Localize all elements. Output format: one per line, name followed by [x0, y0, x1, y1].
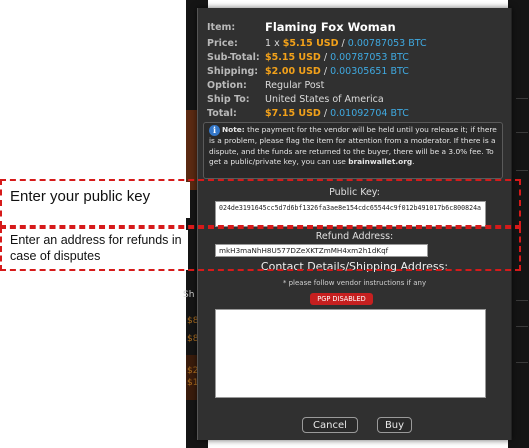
total-usd: $7.15 USD	[265, 108, 321, 119]
item-title: Flaming Fox Woman	[265, 20, 396, 34]
item-label: Item:	[207, 22, 236, 33]
cancel-button[interactable]: Cancel	[302, 417, 358, 433]
separator: /	[338, 38, 348, 49]
escrow-note: i Note: the payment for the vendor will b…	[203, 122, 503, 179]
refund-address-highlight	[0, 227, 521, 271]
shipping-usd: $2.00 USD	[265, 66, 321, 77]
total-btc: 0.01092704 BTC	[330, 108, 409, 119]
total-label: Total:	[207, 108, 237, 119]
info-icon: i	[209, 125, 220, 136]
price-quantity: 1 x	[265, 38, 283, 49]
ship-to-value: United States of America	[265, 94, 384, 105]
price-btc: 0.00787053 BTC	[347, 38, 427, 49]
shipping-btc: 0.00305651 BTC	[330, 66, 409, 77]
price-label: Price:	[207, 38, 238, 49]
separator: /	[320, 108, 331, 119]
public-key-highlight	[0, 179, 521, 227]
option-value: Regular Post	[265, 80, 325, 91]
price-usd: $5.15 USD	[282, 38, 339, 49]
background-tab-text: Sh	[183, 290, 195, 300]
separator: /	[320, 52, 331, 63]
buy-button[interactable]: Buy	[377, 417, 412, 433]
shipping-label: Shipping:	[207, 66, 259, 77]
subtotal-label: Sub-Total:	[207, 52, 260, 63]
subtotal-btc: 0.00787053 BTC	[330, 52, 409, 63]
pgp-disabled-badge[interactable]: PGP DISABLED	[310, 293, 373, 305]
ship-to-label: Ship To:	[207, 94, 250, 105]
brainwallet-link[interactable]: brainwallet.org	[348, 157, 412, 166]
separator: /	[320, 66, 331, 77]
note-suffix: .	[412, 157, 415, 166]
subtotal-usd: $5.15 USD	[265, 52, 321, 63]
contact-details-textarea[interactable]	[215, 309, 486, 398]
vendor-instructions-hint: * please follow vendor instructions if a…	[282, 279, 427, 287]
note-prefix: Note:	[222, 125, 245, 134]
option-label: Option:	[207, 80, 247, 91]
